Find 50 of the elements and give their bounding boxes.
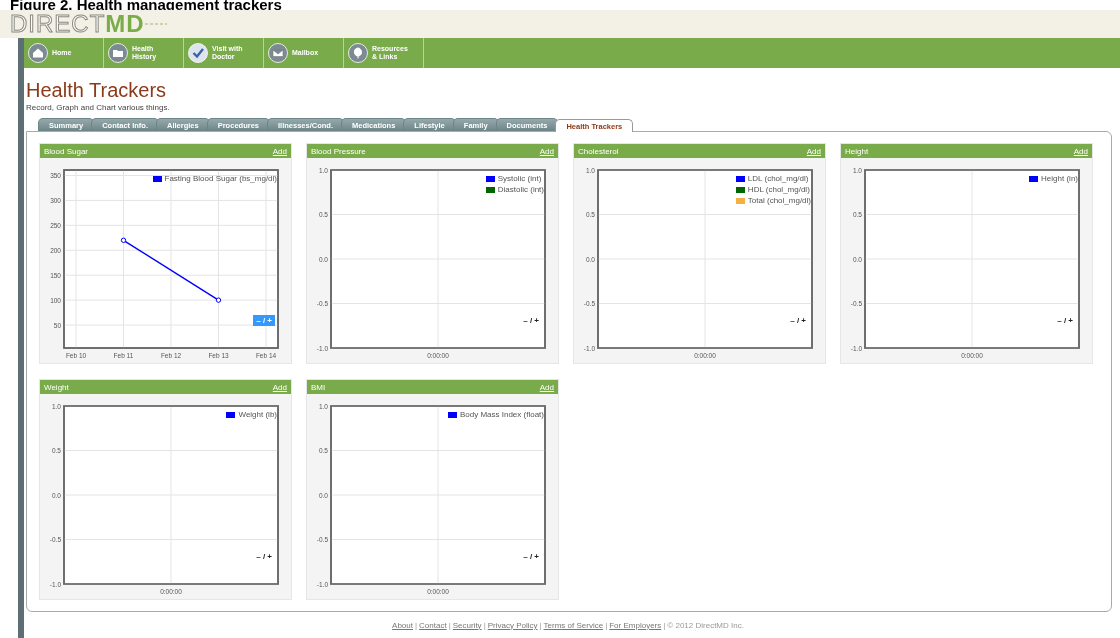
card-title: Cholesterol xyxy=(578,146,619,156)
legend-label: HDL (chol_mg/dl) xyxy=(747,185,810,194)
legend-label: LDL (chol_mg/dl) xyxy=(747,174,809,183)
check-icon xyxy=(188,43,208,63)
card-title: Height xyxy=(845,146,869,156)
page-title: Health Trackers xyxy=(25,78,168,100)
legend-label: Total (chol_mg/dl) xyxy=(747,196,811,205)
copyright-text: © 2012 DirectMD Inc. xyxy=(667,620,744,630)
legend-label: Systolic (int) xyxy=(497,174,542,183)
legend-label: Diastolic (int) xyxy=(497,185,544,194)
add-link[interactable]: Add xyxy=(272,382,287,392)
legend-label: Height (in) xyxy=(1041,174,1078,183)
add-link[interactable]: Add xyxy=(806,146,821,156)
add-link[interactable]: Add xyxy=(272,146,287,156)
footer-link[interactable]: Contact xyxy=(419,620,447,630)
footer-link[interactable]: For Employers xyxy=(609,620,662,630)
envelope-icon xyxy=(268,43,288,63)
footer-link[interactable]: Privacy Policy xyxy=(487,620,538,630)
tree-icon xyxy=(348,43,368,63)
add-link[interactable]: Add xyxy=(539,146,554,156)
separator: | xyxy=(447,620,452,630)
legend-label: Weight (lb) xyxy=(238,410,277,419)
logo: DIRECTMD xyxy=(10,12,167,36)
zoom-control[interactable]: – / + xyxy=(520,551,542,562)
card-title: Weight xyxy=(44,382,69,392)
page-subtitle: Record, Graph and Chart various things. xyxy=(25,102,171,112)
zoom-control[interactable]: – / + xyxy=(520,315,542,326)
add-link[interactable]: Add xyxy=(1073,146,1088,156)
house-icon xyxy=(28,43,48,63)
separator: | xyxy=(662,620,667,630)
data-point xyxy=(215,297,222,303)
footer-link[interactable]: Security xyxy=(452,620,482,630)
zoom-control[interactable]: – / + xyxy=(787,315,809,326)
legend-label: Fasting Blood Sugar (bs_mg/dl) xyxy=(164,174,277,183)
footer-link[interactable]: Terms of Service xyxy=(543,620,604,630)
add-link[interactable]: Add xyxy=(539,382,554,392)
legend-label: Body Mass Index (float) xyxy=(459,410,544,419)
separator: | xyxy=(538,620,543,630)
folder-icon xyxy=(108,43,128,63)
card-title: Blood Pressure xyxy=(311,146,366,156)
separator: | xyxy=(604,620,609,630)
zoom-control[interactable]: – / + xyxy=(1054,315,1076,326)
card-title: Blood Sugar xyxy=(44,146,89,156)
footer-link[interactable]: About xyxy=(392,620,413,630)
zoom-control[interactable]: – / + xyxy=(253,315,275,326)
separator: | xyxy=(482,620,487,630)
separator: | xyxy=(414,620,419,630)
data-point xyxy=(120,237,127,243)
card-title: BMI xyxy=(311,382,326,392)
zoom-control[interactable]: – / + xyxy=(253,551,275,562)
